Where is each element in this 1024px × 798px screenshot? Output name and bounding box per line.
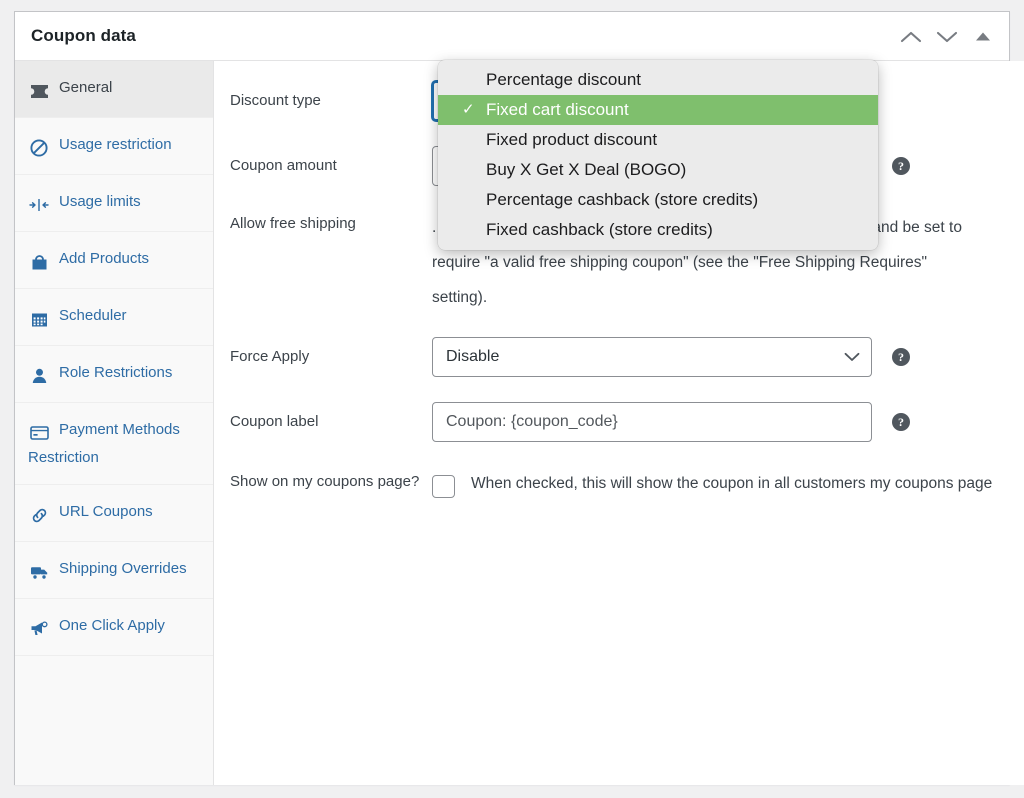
move-up-button[interactable] [893, 17, 929, 57]
coupon-data-panel: Coupon data General Usage restriction Us… [14, 11, 1024, 785]
coupon-amount-label: Coupon amount [230, 157, 337, 174]
sidebar-item-general[interactable]: General [15, 61, 213, 118]
screen: Coupon data General Usage restriction Us… [0, 0, 1024, 798]
sidebar-item-usage-restriction[interactable]: Usage restriction [15, 118, 213, 175]
coupon-amount-help-icon[interactable]: ? [892, 157, 910, 175]
page-title: Coupon data [31, 26, 136, 45]
dropdown-option[interactable]: Percentage cashback (store credits) [438, 185, 878, 215]
dropdown-option-label: Fixed cashback (store credits) [486, 220, 713, 239]
force-apply-help-icon[interactable]: ? [892, 348, 910, 366]
sidebar-item-url-coupons[interactable]: URL Coupons [15, 485, 213, 542]
dropdown-option-label: Percentage cashback (store credits) [486, 190, 759, 209]
dropdown-option-label: Percentage discount [486, 70, 641, 89]
sidebar-item-label: Usage restriction [59, 136, 172, 153]
coupon-label-input[interactable]: Coupon: {coupon_code} [432, 402, 872, 442]
sidebar-item-label: Usage limits [59, 193, 141, 210]
limits-icon [28, 192, 50, 217]
credit-card-icon [28, 420, 50, 445]
force-apply-label: Force Apply [230, 348, 310, 365]
dropdown-option[interactable]: Fixed product discount [438, 125, 878, 155]
show-on-my-coupons-description: When checked, this will show the coupon … [471, 475, 993, 492]
chevron-up-icon [900, 30, 922, 44]
panel-header: Coupon data [15, 12, 1009, 61]
dropdown-option-selected[interactable]: ✓ Fixed cart discount [438, 95, 878, 125]
field-coupon-label: Coupon label Coupon: {coupon_code} ? [230, 402, 1011, 442]
megaphone-icon [28, 616, 50, 641]
discount-type-label: Discount type [230, 92, 321, 109]
dropdown-option[interactable]: Buy X Get X Deal (BOGO) [438, 155, 878, 185]
force-apply-select[interactable]: Disable [432, 337, 872, 377]
toggle-panel-button[interactable] [965, 17, 1001, 57]
triangle-up-icon [975, 31, 991, 42]
move-down-button[interactable] [929, 17, 965, 57]
sidebar-item-label: General [59, 79, 113, 96]
dropdown-option[interactable]: Percentage discount [438, 65, 878, 95]
dropdown-option-label: Buy X Get X Deal (BOGO) [486, 160, 687, 179]
sidebar-item-label: Role Restrictions [59, 364, 173, 381]
sidebar-item-payment-methods-restriction[interactable]: Payment Methods Restriction [15, 403, 213, 485]
field-force-apply: Force Apply Disable ? [230, 337, 1011, 377]
sidebar-item-one-click-apply[interactable]: One Click Apply [15, 599, 213, 656]
discount-type-dropdown[interactable]: Percentage discount ✓ Fixed cart discoun… [438, 60, 878, 250]
dropdown-option-label: Fixed cart discount [486, 100, 629, 119]
field-show-on-my-coupons-page: Show on my coupons page? When checked, t… [230, 467, 1011, 500]
sidebar-item-label: Add Products [59, 250, 150, 267]
sidebar-item-label: Scheduler [59, 307, 127, 324]
dropdown-option[interactable]: Fixed cashback (store credits) [438, 215, 878, 245]
sidebar-item-scheduler[interactable]: Scheduler [15, 289, 213, 346]
sidebar-item-shipping-overrides[interactable]: Shipping Overrides [15, 542, 213, 599]
sidebar-item-label: URL Coupons [59, 503, 153, 520]
show-on-my-coupons-checkbox[interactable] [432, 475, 455, 498]
sidebar-item-label: Payment Methods Restriction [28, 421, 180, 466]
sidebar-item-role-restrictions[interactable]: Role Restrictions [15, 346, 213, 403]
truck-icon [28, 559, 50, 584]
link-icon [28, 502, 50, 527]
sidebar-item-add-products[interactable]: Add Products [15, 232, 213, 289]
allow-free-shipping-label: Allow free shipping [230, 215, 356, 232]
sidebar-item-label: One Click Apply [59, 617, 165, 634]
sidebar-item-label: Shipping Overrides [59, 560, 187, 577]
bag-icon [28, 249, 50, 274]
coupon-data-tabs: General Usage restriction Usage limits A… [15, 61, 214, 785]
panel-header-controls [893, 12, 1001, 61]
coupon-label-help-icon[interactable]: ? [892, 413, 910, 431]
user-icon [28, 363, 50, 388]
ticket-icon [28, 78, 50, 103]
coupon-label-label: Coupon label [230, 413, 319, 430]
ban-icon [28, 135, 50, 160]
force-apply-select-wrap: Disable [432, 337, 872, 377]
chevron-down-icon [936, 30, 958, 44]
show-on-my-coupons-label: Show on my coupons page? [230, 473, 420, 490]
dropdown-option-label: Fixed product discount [486, 130, 658, 149]
calendar-icon [28, 306, 50, 331]
sidebar-item-usage-limits[interactable]: Usage limits [15, 175, 213, 232]
check-icon: ✓ [462, 101, 475, 118]
